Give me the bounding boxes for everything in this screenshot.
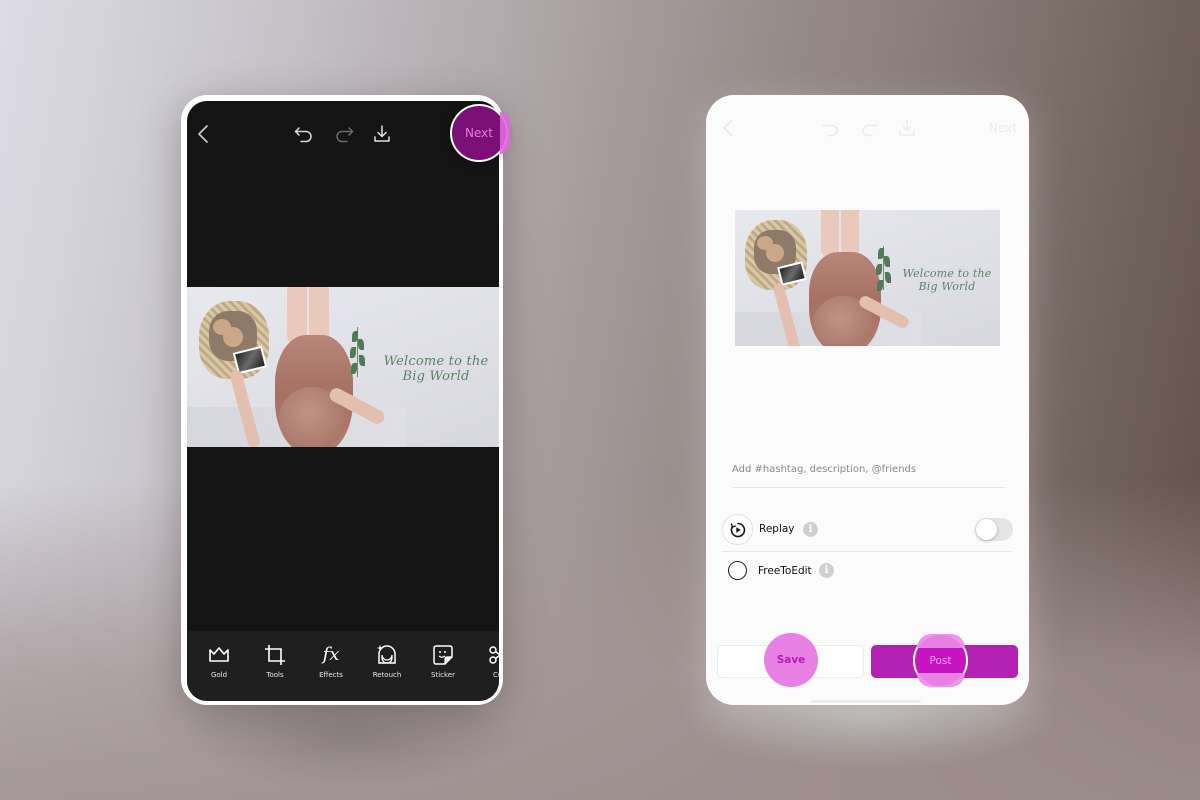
tool-cut[interactable]: Cut bbox=[471, 643, 499, 679]
photo-caption-text: Welcome to the Big World bbox=[377, 354, 495, 385]
tool-label: Sticker bbox=[431, 671, 455, 679]
scissors-icon bbox=[487, 643, 499, 667]
post-tap-indicator[interactable]: Post bbox=[913, 633, 968, 688]
caption-line-2: Big World bbox=[402, 368, 470, 384]
replay-option: Replay i bbox=[722, 514, 1013, 546]
photo-caption-text: Welcome to the Big World bbox=[897, 267, 997, 293]
caption-line-2: Big World bbox=[918, 279, 976, 293]
caption-line-1: Welcome to the bbox=[383, 354, 489, 369]
replay-label: Replay bbox=[759, 523, 795, 535]
ghost-next-label: Next bbox=[989, 121, 1017, 135]
tool-sticker[interactable]: Sticker bbox=[415, 643, 471, 679]
tool-label: Cut bbox=[492, 671, 499, 679]
share-phone: Next Welcome to the Big World Add #hasht… bbox=[706, 95, 1029, 705]
caption-line-1: Welcome to the bbox=[902, 267, 992, 280]
info-icon[interactable]: i bbox=[819, 563, 834, 578]
option-divider bbox=[722, 551, 1012, 552]
save-button-label: Save bbox=[776, 654, 806, 666]
save-tap-indicator[interactable]: Save bbox=[764, 633, 818, 687]
editor-toolbar: Gold Tools fx Effects Retouch Sticker C bbox=[187, 631, 499, 701]
photo-content: Welcome to the Big World bbox=[735, 210, 1000, 346]
tool-label: Effects bbox=[319, 671, 343, 679]
edited-photo[interactable]: Welcome to the Big World bbox=[187, 287, 499, 447]
redo-icon[interactable] bbox=[333, 123, 355, 145]
freetoedit-label: FreeToEdit bbox=[758, 565, 812, 577]
next-button-label: Next bbox=[465, 126, 493, 140]
tool-label: Tools bbox=[266, 671, 284, 679]
undo-icon bbox=[819, 117, 841, 139]
photo-content: Welcome to the Big World bbox=[187, 287, 499, 447]
post-button-label: Post bbox=[929, 654, 952, 667]
info-icon[interactable]: i bbox=[803, 522, 818, 537]
editor-phone: Welcome to the Big World Gold Tools fx E… bbox=[181, 95, 503, 705]
freetoedit-option[interactable]: FreeToEdit i bbox=[722, 556, 1012, 588]
crown-icon bbox=[207, 643, 231, 667]
tool-label: Retouch bbox=[372, 671, 402, 679]
caption-input[interactable] bbox=[732, 460, 1005, 488]
redo-icon bbox=[859, 117, 881, 139]
undo-icon[interactable] bbox=[293, 123, 315, 145]
tool-retouch[interactable]: Retouch bbox=[359, 643, 415, 679]
fx-icon: fx bbox=[322, 644, 340, 665]
sticker-icon bbox=[431, 643, 455, 667]
download-icon bbox=[896, 117, 918, 139]
face-retouch-icon bbox=[375, 643, 399, 667]
replay-icon bbox=[722, 514, 753, 545]
home-indicator bbox=[811, 700, 921, 703]
tool-tools[interactable]: Tools bbox=[247, 643, 303, 679]
tool-effects[interactable]: fx Effects bbox=[303, 643, 359, 679]
tool-label: Gold bbox=[210, 671, 228, 679]
ghost-top-bar: Next bbox=[706, 95, 1029, 161]
replay-toggle[interactable] bbox=[975, 518, 1013, 541]
chevron-left-icon[interactable] bbox=[193, 123, 215, 145]
editor-screen: Welcome to the Big World Gold Tools fx E… bbox=[187, 101, 499, 701]
download-icon[interactable] bbox=[371, 123, 393, 145]
crop-icon bbox=[263, 643, 287, 667]
radio-unchecked-icon[interactable] bbox=[728, 561, 747, 580]
tool-gold[interactable]: Gold bbox=[191, 643, 247, 679]
chevron-left-icon bbox=[718, 117, 740, 139]
next-button[interactable]: Next bbox=[450, 104, 510, 162]
share-photo-preview: Welcome to the Big World bbox=[735, 210, 1000, 346]
toggle-knob bbox=[976, 519, 997, 540]
